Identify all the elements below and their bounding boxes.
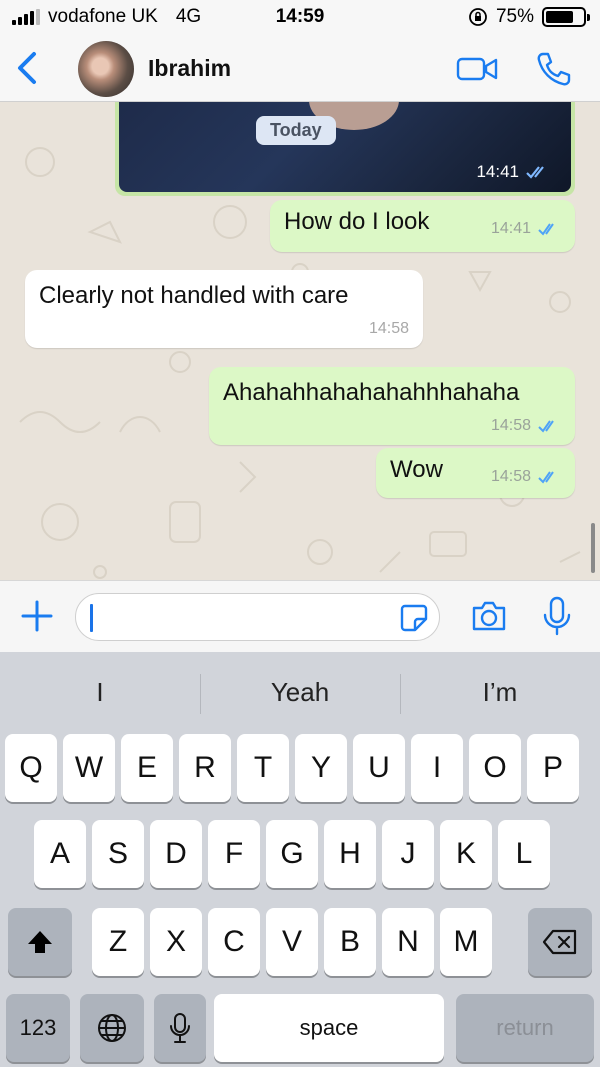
message-time: 14:58 bbox=[490, 417, 531, 434]
avatar[interactable] bbox=[78, 41, 134, 97]
suggestion-item[interactable]: Yeah bbox=[200, 652, 400, 732]
numbers-key[interactable]: 123 bbox=[6, 994, 70, 1062]
key-b[interactable]: B bbox=[324, 908, 376, 976]
message-text: Clearly not handled with care bbox=[39, 282, 349, 309]
suggestion-item[interactable]: I’m bbox=[400, 652, 600, 732]
battery-icon bbox=[542, 7, 590, 27]
key-f[interactable]: F bbox=[208, 820, 260, 888]
key-r[interactable]: R bbox=[179, 734, 231, 802]
message-bubble-outgoing[interactable]: Wow 14:58 bbox=[376, 448, 575, 498]
message-meta: 14:41 bbox=[491, 220, 561, 238]
chat-scrollbar[interactable] bbox=[591, 523, 595, 573]
dictation-key[interactable] bbox=[154, 994, 206, 1062]
key-h[interactable]: H bbox=[324, 820, 376, 888]
read-ticks-icon bbox=[526, 166, 544, 179]
key-c[interactable]: C bbox=[208, 908, 260, 976]
message-input-bar bbox=[0, 580, 600, 652]
chat-header: Ibrahim bbox=[0, 36, 600, 102]
keyboard-suggestions: I Yeah I’m bbox=[0, 652, 600, 732]
shift-key[interactable] bbox=[8, 908, 72, 976]
read-ticks-icon bbox=[538, 420, 554, 433]
key-j[interactable]: J bbox=[382, 820, 434, 888]
orientation-lock-icon bbox=[469, 8, 487, 26]
key-t[interactable]: T bbox=[237, 734, 289, 802]
return-key[interactable]: return bbox=[456, 994, 594, 1062]
message-text: Wow bbox=[390, 456, 443, 483]
key-d[interactable]: D bbox=[150, 820, 202, 888]
key-v[interactable]: V bbox=[266, 908, 318, 976]
image-message[interactable]: 14:41 bbox=[115, 102, 575, 196]
key-g[interactable]: G bbox=[266, 820, 318, 888]
globe-key[interactable] bbox=[80, 994, 144, 1062]
contact-name[interactable]: Ibrahim bbox=[148, 55, 231, 82]
key-w[interactable]: W bbox=[63, 734, 115, 802]
message-meta: 14:58 bbox=[491, 417, 561, 435]
sticker-icon[interactable] bbox=[399, 603, 429, 633]
status-bar: vodafone UK 4G 14:59 75% bbox=[0, 0, 600, 36]
key-z[interactable]: Z bbox=[92, 908, 144, 976]
key-n[interactable]: N bbox=[382, 908, 434, 976]
date-chip: Today bbox=[256, 116, 336, 145]
plus-icon[interactable] bbox=[20, 599, 54, 633]
message-bubble-outgoing[interactable]: Ahahahhahahahahhhahaha 14:58 bbox=[209, 367, 575, 445]
key-m[interactable]: M bbox=[440, 908, 492, 976]
message-text: How do I look bbox=[284, 208, 430, 235]
delete-key[interactable] bbox=[528, 908, 592, 976]
back-chevron-icon[interactable] bbox=[10, 48, 46, 88]
read-ticks-icon bbox=[538, 471, 554, 484]
keyboard: I Yeah I’m QWERTYUIOPASDFGHJKLZXCVBNM 12… bbox=[0, 652, 600, 1067]
microphone-icon[interactable] bbox=[542, 595, 572, 637]
key-u[interactable]: U bbox=[353, 734, 405, 802]
message-text: Ahahahhahahahahhhahaha bbox=[223, 379, 520, 406]
phone-icon[interactable] bbox=[534, 50, 572, 88]
message-time: 14:41 bbox=[490, 220, 531, 237]
image-thumbnail[interactable]: 14:41 bbox=[119, 102, 571, 192]
message-bubble-incoming[interactable]: Clearly not handled with care 14:58 bbox=[25, 270, 423, 348]
key-q[interactable]: Q bbox=[5, 734, 57, 802]
key-s[interactable]: S bbox=[92, 820, 144, 888]
key-o[interactable]: O bbox=[469, 734, 521, 802]
key-i[interactable]: I bbox=[411, 734, 463, 802]
key-y[interactable]: Y bbox=[295, 734, 347, 802]
globe-icon bbox=[98, 1014, 126, 1042]
delete-icon bbox=[542, 929, 577, 955]
key-k[interactable]: K bbox=[440, 820, 492, 888]
key-e[interactable]: E bbox=[121, 734, 173, 802]
chat-area[interactable]: 14:41 Today How do I look 14:41 Clearly … bbox=[0, 102, 600, 580]
space-key[interactable]: space bbox=[214, 994, 444, 1062]
message-meta: 14:58 bbox=[491, 468, 561, 486]
key-l[interactable]: L bbox=[498, 820, 550, 888]
read-ticks-icon bbox=[538, 223, 554, 236]
message-time: 14:58 bbox=[490, 468, 531, 485]
key-a[interactable]: A bbox=[34, 820, 86, 888]
text-caret bbox=[90, 604, 93, 632]
key-p[interactable]: P bbox=[527, 734, 579, 802]
message-bubble-outgoing[interactable]: How do I look 14:41 bbox=[270, 200, 575, 252]
battery-percent: 75% bbox=[495, 6, 534, 27]
message-time: 14:58 bbox=[368, 320, 409, 337]
video-call-icon[interactable] bbox=[456, 54, 498, 84]
image-time: 14:41 bbox=[476, 162, 519, 181]
dictation-icon bbox=[170, 1013, 190, 1043]
key-x[interactable]: X bbox=[150, 908, 202, 976]
message-input[interactable] bbox=[75, 593, 440, 641]
camera-icon[interactable] bbox=[470, 599, 508, 633]
image-meta: 14:41 bbox=[476, 162, 551, 182]
suggestion-item[interactable]: I bbox=[0, 652, 200, 732]
shift-icon bbox=[28, 931, 52, 953]
